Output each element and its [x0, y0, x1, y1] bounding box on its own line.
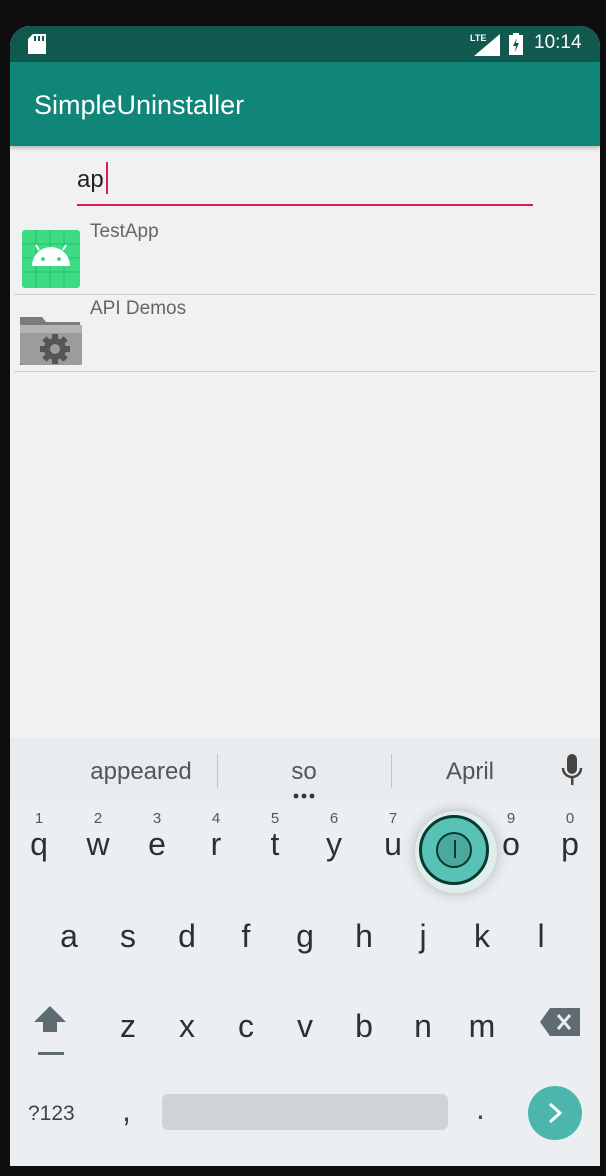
key-letter: h — [355, 918, 373, 954]
key-x[interactable]: x — [162, 994, 212, 1054]
key-letter: t — [270, 826, 280, 862]
sd-card-icon — [28, 34, 46, 54]
key-letter: p — [561, 826, 579, 862]
key-z[interactable]: z — [103, 994, 153, 1054]
key-letter: j — [419, 918, 427, 954]
suggestion-divider — [217, 754, 218, 788]
status-bar: LTE 10:14 — [10, 26, 600, 62]
key-letter: y — [326, 826, 342, 862]
search-input[interactable]: ap — [77, 162, 533, 206]
key-letter: w — [86, 826, 110, 862]
phone-screen: LTE 10:14 SimpleUninstaller ap TestApp A… — [10, 26, 600, 1166]
key-number-hint: 4 — [211, 810, 221, 827]
suggestion-3[interactable]: April — [420, 758, 520, 786]
enter-key[interactable] — [528, 1086, 582, 1140]
touch-indicator-line — [454, 840, 456, 858]
battery-charging-icon — [509, 33, 523, 55]
key-q[interactable]: 1q — [14, 810, 64, 872]
key-d[interactable]: d — [162, 904, 212, 964]
key-number-hint: 9 — [506, 810, 516, 827]
key-s[interactable]: s — [103, 904, 153, 964]
space-key[interactable] — [162, 1094, 448, 1130]
key-j[interactable]: j — [398, 904, 448, 964]
app-name: API Demos — [90, 298, 187, 319]
comma-key[interactable]: , — [122, 1092, 131, 1129]
app-title: SimpleUninstaller — [34, 90, 245, 120]
suggestion-2[interactable]: so — [264, 758, 344, 786]
suggestion-strip: appeared so April — [10, 738, 600, 800]
key-m[interactable]: m — [457, 994, 507, 1054]
key-letter: l — [537, 918, 545, 954]
search-input-value: ap — [77, 166, 104, 193]
key-letter: x — [179, 1008, 195, 1044]
shift-key[interactable] — [30, 1000, 70, 1060]
text-cursor — [106, 162, 108, 194]
key-r[interactable]: 4r — [191, 810, 241, 872]
key-f[interactable]: f — [221, 904, 271, 964]
key-w[interactable]: 2w — [73, 810, 123, 872]
period-key[interactable]: . — [476, 1090, 485, 1127]
clock: 10:14 — [534, 32, 582, 53]
key-v[interactable]: v — [280, 994, 330, 1054]
key-letter: a — [60, 918, 78, 954]
suggestion-divider — [391, 754, 392, 788]
microphone-icon[interactable] — [561, 754, 583, 788]
touch-indicator-core — [436, 832, 472, 868]
key-n[interactable]: n — [398, 994, 448, 1054]
key-e[interactable]: 3e — [132, 810, 182, 872]
key-letter: k — [474, 918, 490, 954]
folder-gear-icon — [20, 317, 82, 365]
key-p[interactable]: 0p — [545, 810, 595, 872]
key-b[interactable]: b — [339, 994, 389, 1054]
app-name: TestApp — [90, 221, 159, 242]
key-y[interactable]: 6y — [309, 810, 359, 872]
soft-keyboard: appeared so April ?123 , . 1q2w3e4r5t6y7… — [10, 738, 600, 1166]
key-letter: g — [296, 918, 314, 954]
key-letter: v — [297, 1008, 313, 1044]
touch-indicator — [415, 811, 497, 893]
key-k[interactable]: k — [457, 904, 507, 964]
chevron-right-icon — [548, 1102, 563, 1124]
key-number-hint: 7 — [388, 810, 398, 827]
symbols-key[interactable]: ?123 — [28, 1102, 75, 1126]
app-list-item[interactable]: TestApp — [14, 218, 596, 295]
key-number-hint: 0 — [565, 810, 575, 827]
key-letter: n — [414, 1008, 432, 1044]
signal-icon — [474, 34, 500, 56]
key-letter: u — [384, 826, 402, 862]
key-l[interactable]: l — [516, 904, 566, 964]
key-number-hint: 6 — [329, 810, 339, 827]
key-area: ?123 , . 1q2w3e4r5t6y7u8i9o0pasdfghjklzx… — [10, 800, 600, 1166]
app-bar: SimpleUninstaller — [10, 62, 600, 146]
key-letter: e — [148, 826, 166, 862]
key-letter: m — [468, 1008, 496, 1044]
key-letter: r — [210, 826, 222, 862]
key-number-hint: 2 — [93, 810, 103, 827]
key-number-hint: 1 — [34, 810, 44, 827]
key-h[interactable]: h — [339, 904, 389, 964]
key-number-hint: 5 — [270, 810, 280, 827]
key-letter: c — [238, 1008, 254, 1044]
more-suggestions-icon — [293, 793, 315, 799]
key-a[interactable]: a — [44, 904, 94, 964]
key-letter: s — [120, 918, 136, 954]
key-number-hint: 3 — [152, 810, 162, 827]
key-letter: d — [178, 918, 196, 954]
key-letter: f — [241, 918, 251, 954]
android-icon — [22, 230, 80, 288]
app-list-item[interactable]: API Demos — [14, 295, 596, 372]
key-c[interactable]: c — [221, 994, 271, 1054]
key-t[interactable]: 5t — [250, 810, 300, 872]
key-letter: q — [30, 826, 48, 862]
key-u[interactable]: 7u — [368, 810, 418, 872]
touch-indicator-ring — [419, 815, 489, 885]
backspace-key[interactable] — [540, 1008, 580, 1036]
suggestion-1[interactable]: appeared — [74, 758, 208, 786]
key-letter: b — [355, 1008, 373, 1044]
key-g[interactable]: g — [280, 904, 330, 964]
key-letter: z — [120, 1008, 136, 1044]
